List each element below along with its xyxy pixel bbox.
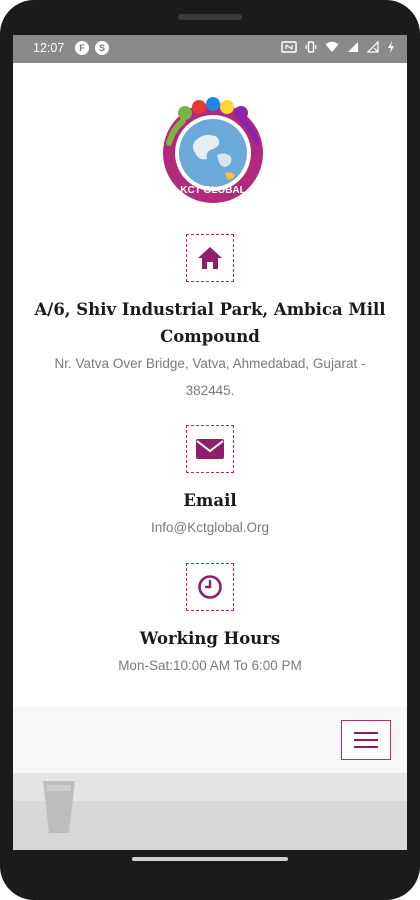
status-time: 12:07 (33, 41, 65, 55)
status-bar: 12:07 F S (13, 35, 407, 63)
hamburger-menu-icon-line (354, 746, 378, 748)
email-title: Email (183, 491, 237, 510)
app-screen: 12:07 F S KCT GLOBAL A/6, Shiv Industria… (13, 35, 407, 850)
signal-icon (348, 42, 358, 52)
hours-title: Working Hours (139, 629, 281, 648)
phone-frame: 12:07 F S KCT GLOBAL A/6, Shiv Industria… (0, 0, 420, 900)
status-icons (281, 41, 395, 53)
home-indicator (132, 857, 288, 861)
contact-content: KCT GLOBAL A/6, Shiv Industrial Park, Am… (13, 63, 407, 735)
email-icon-box (186, 425, 234, 473)
home-icon (198, 247, 222, 269)
email-link[interactable]: Info@Kctglobal.Org (13, 514, 407, 541)
address-detail: Nr. Vatva Over Bridge, Vatva, Ahmedabad,… (54, 356, 366, 398)
hamburger-menu-icon-line (354, 732, 378, 734)
wifi-icon (325, 41, 339, 52)
svg-text:KCT GLOBAL: KCT GLOBAL (180, 185, 246, 196)
charging-icon (388, 41, 394, 53)
vibrate-icon (305, 41, 317, 53)
photo-decoration (13, 773, 407, 850)
envelope-icon (196, 439, 224, 459)
kct-global-logo: KCT GLOBAL (155, 93, 271, 209)
status-badge-f: F (75, 41, 89, 55)
clock-icon (198, 575, 222, 599)
hours-detail: Mon-Sat:10:00 AM To 6:00 PM (118, 658, 302, 673)
no-signal-icon (367, 41, 379, 53)
nfc-icon (281, 41, 297, 53)
phone-speaker (178, 14, 242, 20)
address-title: A/6, Shiv Industrial Park, Ambica Mill C… (34, 300, 386, 346)
logo-graphic: KCT GLOBAL (163, 97, 263, 203)
address-icon-box (186, 234, 234, 282)
hamburger-menu-button[interactable] (341, 720, 391, 760)
background-photo-strip (13, 773, 407, 850)
status-badge-s: S (95, 41, 109, 55)
hamburger-menu-icon-line (354, 739, 378, 741)
hours-icon-box (186, 563, 234, 611)
